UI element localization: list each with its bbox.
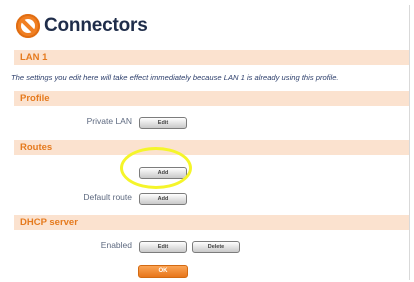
page-header: Connectors	[16, 11, 148, 41]
section-profile-header: Profile	[14, 91, 409, 106]
profile-label: Private LAN	[86, 116, 132, 126]
dhcp-delete-button[interactable]: Delete	[192, 241, 240, 253]
highlight-circle	[120, 147, 192, 189]
section-lan-header: LAN 1	[14, 50, 409, 65]
ok-button[interactable]: OK	[138, 265, 188, 278]
section-dhcp-header: DHCP server	[14, 215, 409, 230]
dhcp-enabled-label: Enabled	[100, 240, 132, 250]
section-routes-header: Routes	[14, 140, 409, 155]
connectors-logo-icon	[16, 14, 40, 38]
lan-info-note: The settings you edit here will take eff…	[11, 73, 339, 82]
dhcp-edit-button[interactable]: Edit	[139, 241, 187, 253]
profile-edit-button[interactable]: Edit	[139, 117, 187, 129]
page-title: Connectors	[44, 15, 148, 36]
default-route-label: Default route	[83, 192, 132, 202]
default-route-add-button[interactable]: Add	[139, 193, 187, 205]
